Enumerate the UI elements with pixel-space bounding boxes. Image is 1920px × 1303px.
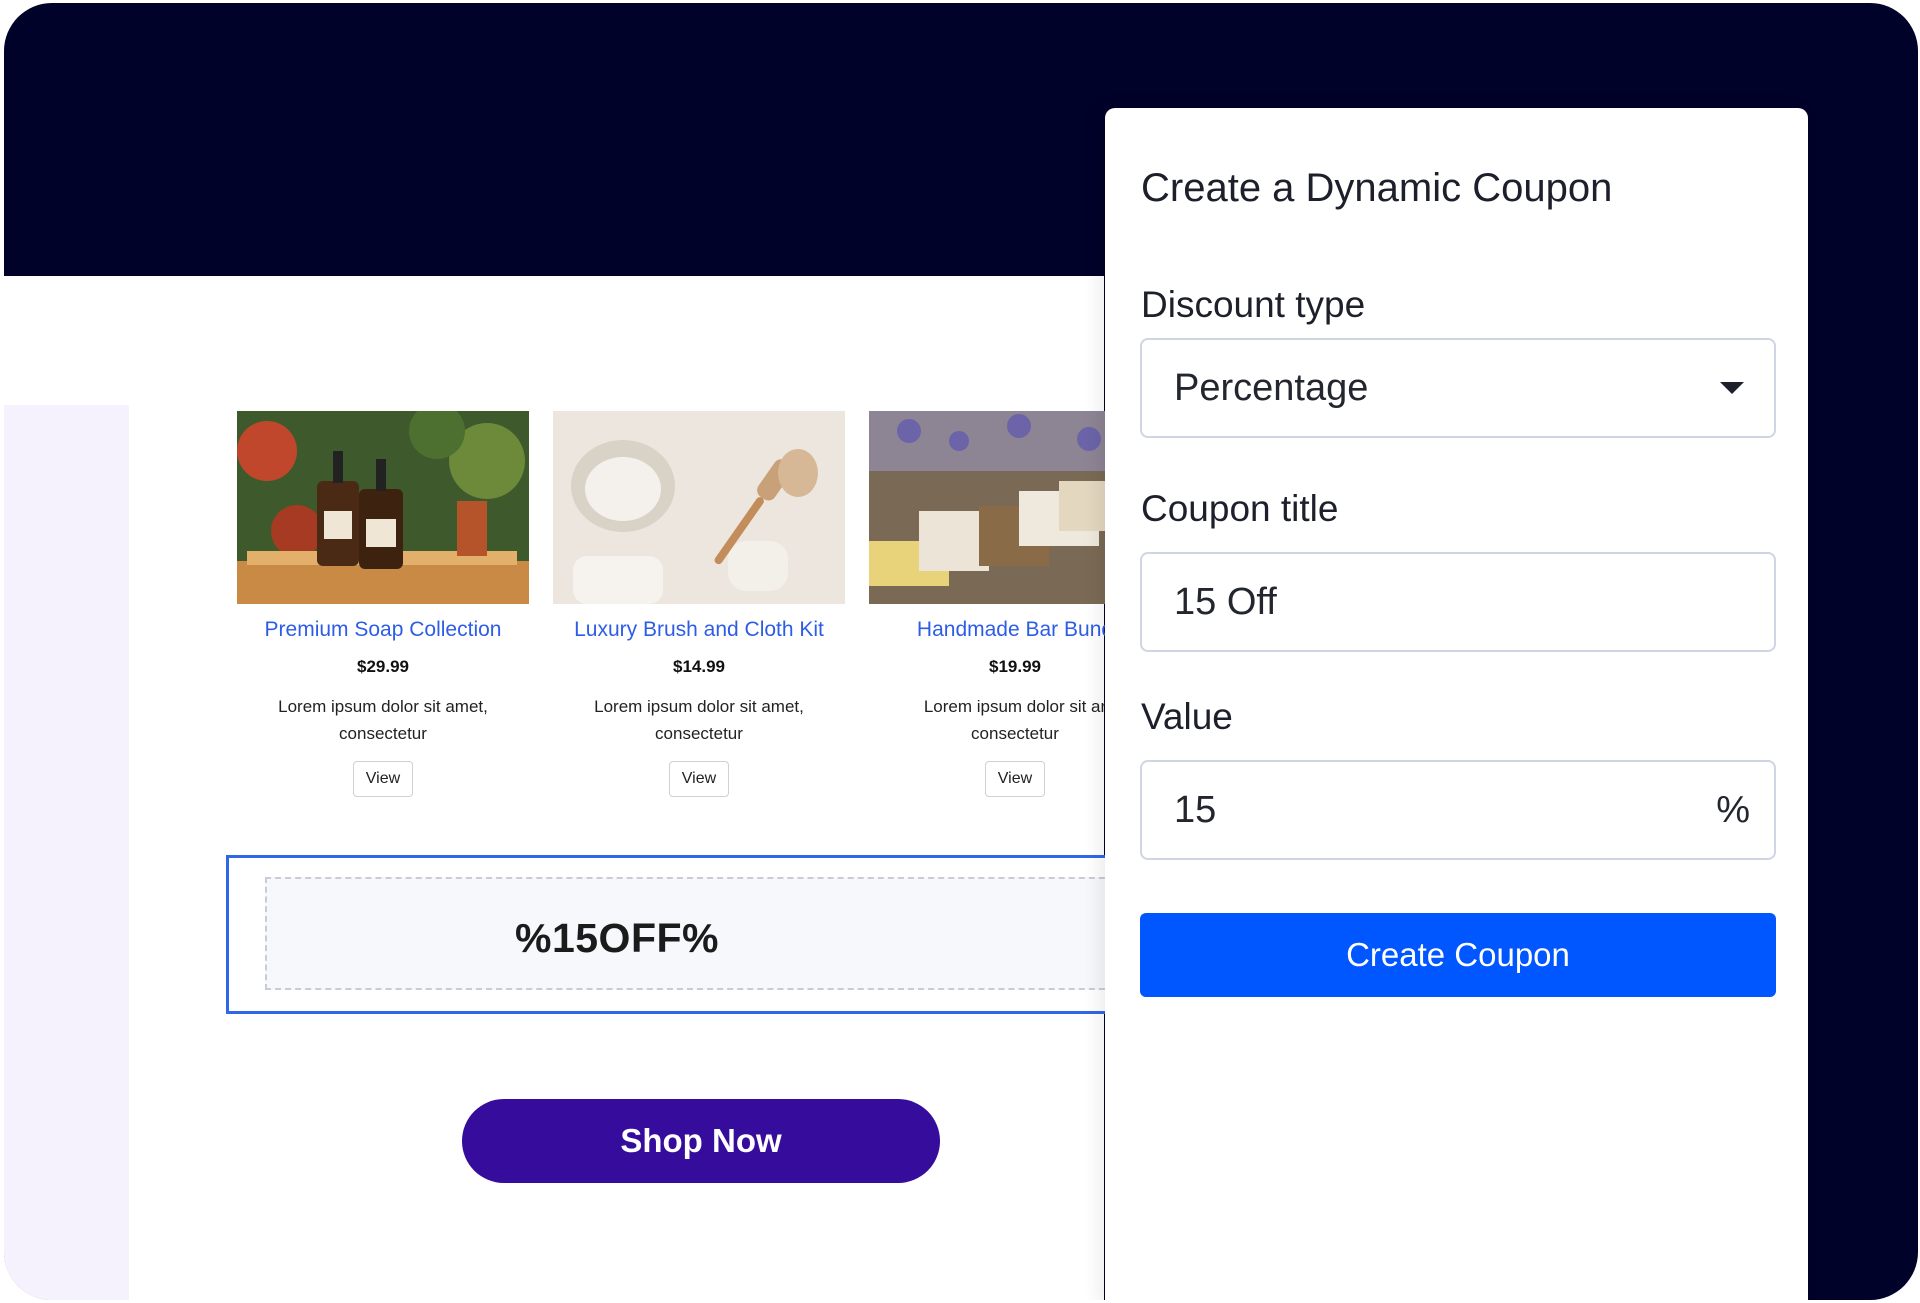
email-canvas: Premium Soap Collection $29.99 Lorem ips… [4,276,1161,1300]
value-input[interactable]: 15 % [1140,760,1776,860]
product-description: Lorem ipsum dolor sit amet, consectetur [278,697,488,743]
product-name[interactable]: Premium Soap Collection [237,618,529,642]
percent-suffix: % [1716,789,1750,831]
coupon-placeholder: %15OFF% [265,877,1125,990]
left-strip [4,405,129,1300]
value-label: Value [1141,696,1233,737]
panel-title: Create a Dynamic Coupon [1141,166,1613,210]
discount-type-select[interactable]: Percentage [1140,338,1776,438]
discount-type-label: Discount type [1141,284,1366,325]
create-coupon-button[interactable]: Create Coupon [1140,913,1776,997]
product-description: Lorem ipsum dolor sit amet, consectetur [594,697,804,743]
discount-type-value: Percentage [1174,367,1369,409]
product-image-soap-bottles [237,411,529,604]
value-value: 15 [1174,789,1217,831]
create-coupon-panel: Create a Dynamic Coupon Discount type Pe… [1105,108,1808,1300]
view-button[interactable]: View [352,761,414,797]
coupon-block[interactable]: %15OFF% [226,855,1126,1014]
product-card: Premium Soap Collection $29.99 Lorem ips… [237,411,529,797]
product-price: $29.99 [357,657,409,676]
product-card: Luxury Brush and Cloth Kit $14.99 Lorem … [553,411,845,797]
product-description: Lorem ipsum dolor sit ar consectetur [923,697,1107,743]
coupon-code: %15OFF% [515,915,719,961]
product-image-brush-cloth [553,411,845,604]
coupon-title-value: 15 Off [1174,581,1277,623]
view-button[interactable]: View [984,761,1046,797]
product-price: $14.99 [673,657,725,676]
view-button[interactable]: View [668,761,730,797]
app-frame: Premium Soap Collection $29.99 Lorem ips… [4,3,1918,1300]
product-name[interactable]: Luxury Brush and Cloth Kit [553,618,845,642]
coupon-title-input[interactable]: 15 Off [1140,552,1776,652]
shop-now-button[interactable]: Shop Now [462,1099,940,1183]
coupon-title-label: Coupon title [1141,488,1339,529]
caret-down-icon [1720,382,1744,394]
